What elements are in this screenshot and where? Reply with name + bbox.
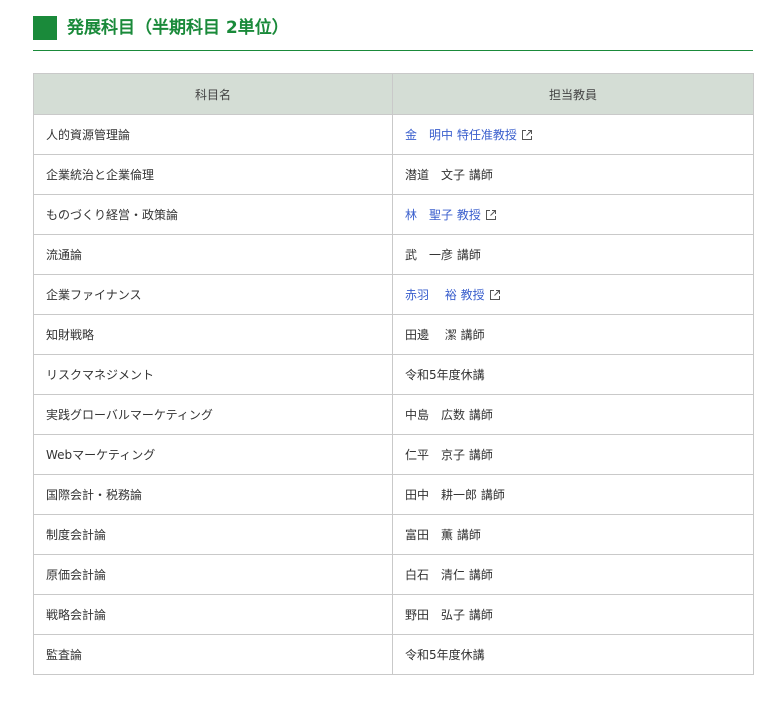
course-name-cell: 企業統治と企業倫理 <box>33 154 393 195</box>
teacher-cell: 田中 耕一郎 講師 <box>392 474 754 515</box>
course-name-cell: 企業ファイナンス <box>33 274 393 315</box>
section-title: 発展科目（半期科目 2単位） <box>67 18 289 38</box>
course-name-cell: 監査論 <box>33 634 393 675</box>
title-marker-square <box>33 16 57 40</box>
course-name-cell: 知財戦略 <box>33 314 393 355</box>
table-row: 制度会計論 富田 薫 講師 <box>33 514 754 555</box>
teacher-cell: 野田 弘子 講師 <box>392 594 754 635</box>
course-name-cell: Webマーケティング <box>33 434 393 475</box>
table-header-row: 科目名 担当教員 <box>33 73 754 115</box>
table-row: 国際会計・税務論 田中 耕一郎 講師 <box>33 474 754 515</box>
teacher-cell: 田邊 潔 講師 <box>392 314 754 355</box>
course-name-cell: 戦略会計論 <box>33 594 393 635</box>
table-row: 原価会計論 白石 清仁 講師 <box>33 554 754 595</box>
teacher-name: 金 明中 特任准教授 <box>405 128 517 142</box>
teacher-name: 林 聖子 教授 <box>405 208 481 222</box>
table-row: 人的資源管理論金 明中 特任准教授 <box>33 114 754 155</box>
column-header-course: 科目名 <box>33 73 393 115</box>
teacher-profile-link[interactable]: 林 聖子 教授 <box>405 208 497 222</box>
column-header-teacher: 担当教員 <box>392 73 754 115</box>
teacher-cell: 中島 広数 講師 <box>392 394 754 435</box>
external-link-icon <box>521 130 532 140</box>
teacher-cell: 赤羽 裕 教授 <box>392 274 754 315</box>
course-name-cell: ものづくり経営・政策論 <box>33 194 393 235</box>
external-link-icon <box>485 210 496 220</box>
course-name-cell: リスクマネジメント <box>33 354 393 395</box>
table-row: 戦略会計論 野田 弘子 講師 <box>33 594 754 635</box>
teacher-cell: 令和5年度休講 <box>392 634 754 675</box>
course-name-cell: 人的資源管理論 <box>33 114 393 155</box>
course-name-cell: 原価会計論 <box>33 554 393 595</box>
course-name-cell: 実践グローバルマーケティング <box>33 394 393 435</box>
teacher-cell: 白石 清仁 講師 <box>392 554 754 595</box>
teacher-cell: 林 聖子 教授 <box>392 194 754 235</box>
teacher-cell: 富田 薫 講師 <box>392 514 754 555</box>
teacher-cell: 武 一彦 講師 <box>392 234 754 275</box>
table-body: 人的資源管理論金 明中 特任准教授 企業統治と企業倫理 潜道 文子 講師 ものづくり経… <box>33 114 754 675</box>
table-row: 知財戦略 田邊 潔 講師 <box>33 314 754 355</box>
table-row: ものづくり経営・政策論林 聖子 教授 <box>33 194 754 235</box>
section-header: 発展科目（半期科目 2単位） <box>33 15 753 51</box>
teacher-cell: 令和5年度休講 <box>392 354 754 395</box>
external-link-icon <box>489 290 500 300</box>
course-name-cell: 国際会計・税務論 <box>33 474 393 515</box>
table-row: 企業統治と企業倫理 潜道 文子 講師 <box>33 154 754 195</box>
teacher-cell: 潜道 文子 講師 <box>392 154 754 195</box>
table-row: Webマーケティング 仁平 京子 講師 <box>33 434 754 475</box>
teacher-profile-link[interactable]: 金 明中 特任准教授 <box>405 128 533 142</box>
table-row: 企業ファイナンス 赤羽 裕 教授 <box>33 274 754 315</box>
table-row: 監査論 令和5年度休講 <box>33 634 754 675</box>
teacher-cell: 金 明中 特任准教授 <box>392 114 754 155</box>
teacher-name: 赤羽 裕 教授 <box>405 288 485 302</box>
teacher-cell: 仁平 京子 講師 <box>392 434 754 475</box>
table-row: 実践グローバルマーケティング 中島 広数 講師 <box>33 394 754 435</box>
table-row: リスクマネジメント 令和5年度休講 <box>33 354 754 395</box>
course-name-cell: 制度会計論 <box>33 514 393 555</box>
course-table: 科目名 担当教員 人的資源管理論金 明中 特任准教授 企業統治と企業倫理 潜道 文子… <box>33 73 754 675</box>
teacher-profile-link[interactable]: 赤羽 裕 教授 <box>405 288 501 302</box>
course-name-cell: 流通論 <box>33 234 393 275</box>
table-row: 流通論武 一彦 講師 <box>33 234 754 275</box>
